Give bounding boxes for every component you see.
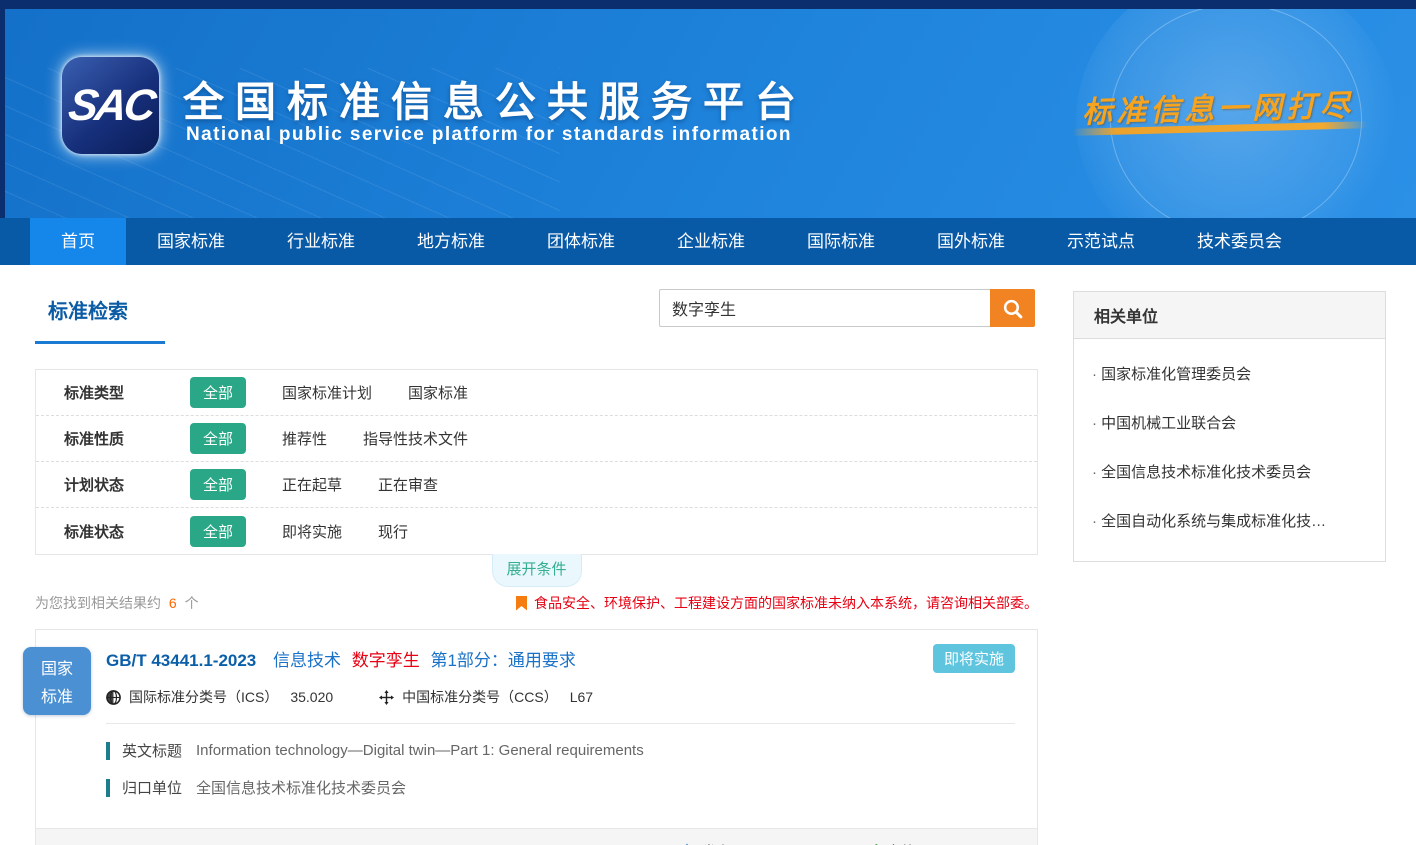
committee-value: 全国信息技术标准化技术委员会 [196, 777, 406, 798]
nav-tab-industry-standards[interactable]: 行业标准 [256, 218, 386, 265]
site-header: SAC 全国标准信息公共服务平台 National public service… [0, 0, 1416, 218]
filter-panel: 标准类型 全部 国家标准计划 国家标准 标准性质 全部 推荐性 指导性技术文件 … [35, 369, 1038, 555]
filter-option[interactable]: 正在起草 [282, 474, 342, 495]
search-row: 标准检索 [35, 289, 1038, 355]
related-units-list: 国家标准化管理委员会 中国机械工业联合会 全国信息技术标准化技术委员会 全国自动… [1074, 339, 1385, 561]
result-count: 为您找到相关结果约 6 个 [35, 593, 199, 613]
filter-row-nature: 标准性质 全部 推荐性 指导性技术文件 [36, 416, 1037, 462]
filter-option[interactable]: 指导性技术文件 [363, 428, 468, 449]
nav-tab-local-standards[interactable]: 地方标准 [386, 218, 516, 265]
filter-option[interactable]: 即将实施 [282, 521, 342, 542]
related-units-title: 相关单位 [1074, 292, 1385, 339]
header-left-edge [0, 0, 5, 218]
implement-date-group: 实施于 2024-06-01 [863, 841, 1015, 845]
filter-all-button[interactable]: 全部 [190, 516, 246, 547]
expand-conditions-button[interactable]: 展开条件 [492, 554, 582, 587]
filter-label: 计划状态 [64, 474, 158, 495]
filter-option[interactable]: 推荐性 [282, 428, 327, 449]
filter-option[interactable]: 现行 [378, 521, 408, 542]
card-divider [106, 723, 1015, 724]
committee-row: 归口单位 全国信息技术标准化技术委员会 [106, 777, 1015, 798]
filter-option[interactable]: 国家标准 [408, 382, 468, 403]
content: 标准检索 标准类型 全部 国家标准计划 [0, 265, 1416, 845]
search-icon [1002, 298, 1023, 319]
english-title-value: Information technology—Digital twin—Part… [196, 742, 644, 759]
publish-label: 发布于 [702, 841, 747, 845]
committee-label: 归口单位 [122, 777, 182, 798]
related-unit-link[interactable]: 中国机械工业联合会 [1092, 398, 1367, 447]
standard-code: GB/T 43441.1-2023 [106, 651, 256, 670]
search-term-highlight: 数字孪生 [352, 651, 420, 670]
search-input[interactable] [659, 289, 990, 327]
nav-tab-enterprise-standards[interactable]: 企业标准 [646, 218, 776, 265]
related-unit-link[interactable]: 国家标准化管理委员会 [1092, 349, 1367, 398]
related-unit-link[interactable]: 全国信息技术标准化技术委员会 [1092, 447, 1367, 496]
search-button[interactable] [990, 289, 1035, 327]
classification-row: 国际标准分类号（ICS） 35.020 [106, 687, 1015, 707]
filter-label: 标准状态 [64, 521, 158, 542]
standard-title-text: 信息技术 [273, 651, 341, 670]
nav-tab-international-standards[interactable]: 国际标准 [776, 218, 906, 265]
site-title-cn: 全国标准信息公共服务平台 [183, 68, 807, 128]
filter-row-type: 标准类型 全部 国家标准计划 国家标准 [36, 370, 1037, 416]
standard-card: 国家 标准 GB/T 43441.1-2023 信息技术 数字孪生 第1部分：通… [35, 629, 1038, 845]
title-underline [35, 341, 165, 344]
main-nav: 首页 国家标准 行业标准 地方标准 团体标准 企业标准 国际标准 国外标准 示范… [0, 218, 1416, 265]
ccs-group: 中国标准分类号（CCS） L67 [379, 687, 593, 707]
result-info-row: 为您找到相关结果约 6 个 食品安全、环境保护、工程建设方面的国家标准未纳入本系… [35, 593, 1038, 613]
result-count-suffix: 个 [185, 595, 199, 611]
status-badge: 即将实施 [933, 644, 1015, 673]
filter-option[interactable]: 国家标准计划 [282, 382, 372, 403]
teal-bar [106, 742, 110, 760]
filter-label: 标准性质 [64, 428, 158, 449]
filter-all-button[interactable]: 全部 [190, 469, 246, 500]
english-title-row: 英文标题 Information technology—Digital twin… [106, 740, 1015, 761]
ics-group: 国际标准分类号（ICS） 35.020 [106, 687, 333, 707]
filter-label: 标准类型 [64, 382, 158, 403]
filter-row-standard-status: 标准状态 全部 即将实施 现行 [36, 508, 1037, 554]
related-unit-link[interactable]: 全国自动化系统与集成标准化技… [1092, 496, 1367, 545]
result-count-prefix: 为您找到相关结果约 [35, 595, 161, 611]
standard-title-rest: 第1部分：通用要求 [430, 651, 575, 670]
section-title-block: 标准检索 [35, 289, 165, 344]
notice-text: 食品安全、环境保护、工程建设方面的国家标准未纳入本系统，请咨询相关部委。 [534, 593, 1038, 613]
sac-logo-text: SAC [65, 81, 156, 131]
nav-tab-foreign-standards[interactable]: 国外标准 [906, 218, 1036, 265]
ccs-value: L67 [570, 689, 593, 705]
standard-title-link[interactable]: GB/T 43441.1-2023 信息技术 数字孪生 第1部分：通用要求 [106, 646, 1015, 671]
card-body: GB/T 43441.1-2023 信息技术 数字孪生 第1部分：通用要求 即将… [36, 630, 1037, 824]
globe-icon [106, 690, 121, 705]
nav-tab-pilot[interactable]: 示范试点 [1036, 218, 1166, 265]
filter-option[interactable]: 正在审查 [378, 474, 438, 495]
move-cross-icon [379, 690, 394, 705]
system-notice: 食品安全、环境保护、工程建设方面的国家标准未纳入本系统，请咨询相关部委。 [516, 593, 1038, 613]
sac-logo[interactable]: SAC [62, 57, 159, 154]
header-top-edge [0, 0, 1416, 9]
main-column: 标准检索 标准类型 全部 国家标准计划 [35, 289, 1038, 845]
nav-tab-group-standards[interactable]: 团体标准 [516, 218, 646, 265]
page-title: 标准检索 [35, 289, 165, 324]
filter-all-button[interactable]: 全部 [190, 377, 246, 408]
ccs-label: 中国标准分类号（CCS） [402, 687, 558, 707]
search-group [659, 289, 1035, 327]
teal-bar [106, 779, 110, 797]
site-title-en: National public service platform for sta… [186, 124, 792, 146]
implement-label: 实施于 [886, 841, 931, 845]
english-title-label: 英文标题 [122, 740, 182, 761]
bookmark-icon [516, 596, 527, 611]
publish-date-group: 发布于 2023-11-27 [679, 841, 830, 845]
ics-label: 国际标准分类号（ICS） [129, 687, 278, 707]
nav-tab-technical-committees[interactable]: 技术委员会 [1166, 218, 1313, 265]
filter-row-plan-status: 计划状态 全部 正在起草 正在审查 [36, 462, 1037, 508]
card-footer: 发布于 2023-11-27 实施于 2024-06-01 [36, 828, 1037, 845]
nav-tab-national-standards[interactable]: 国家标准 [126, 218, 256, 265]
nav-tab-home[interactable]: 首页 [30, 218, 126, 265]
page: SAC 全国标准信息公共服务平台 National public service… [0, 0, 1416, 845]
ics-value: 35.020 [290, 689, 333, 705]
result-count-number: 6 [169, 595, 177, 611]
filter-all-button[interactable]: 全部 [190, 423, 246, 454]
related-units-panel: 相关单位 国家标准化管理委员会 中国机械工业联合会 全国信息技术标准化技术委员会… [1073, 291, 1386, 562]
